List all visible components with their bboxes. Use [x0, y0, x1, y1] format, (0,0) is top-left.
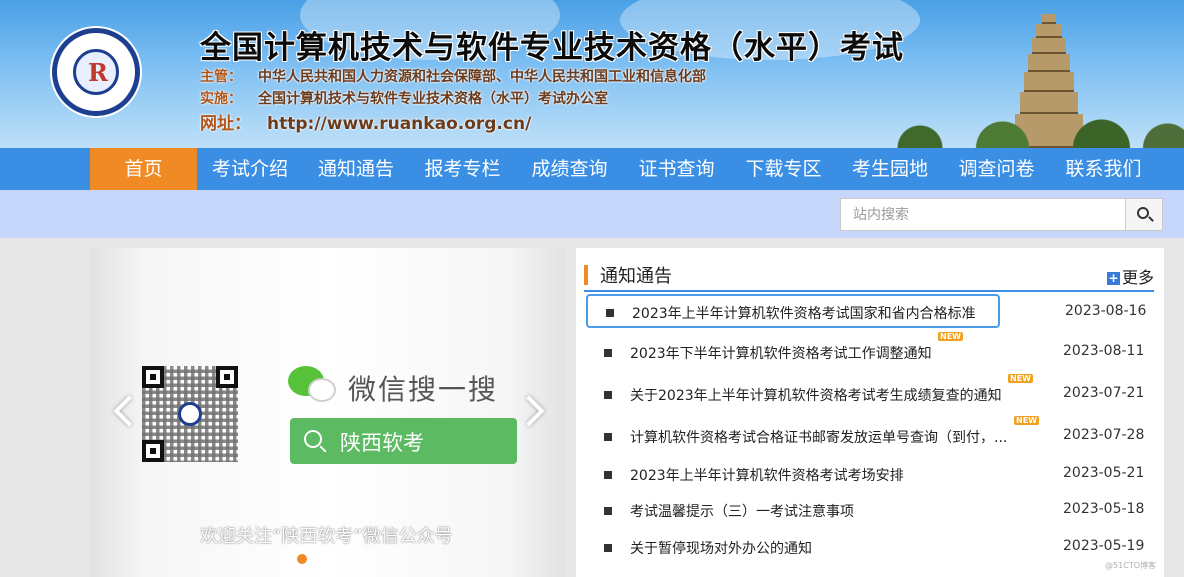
website-label: 网址： [200, 114, 251, 134]
nav-item-home[interactable]: 首页 [90, 148, 197, 190]
main-nav: 首页 考试介绍 通知通告 报考专栏 成绩查询 证书查询 下载专区 考生园地 调查… [0, 148, 1184, 190]
bullet-icon [604, 507, 612, 515]
slider-next-arrow-icon[interactable] [513, 395, 545, 427]
wechat-search-box[interactable]: 陕西软考 [290, 418, 517, 464]
notice-row[interactable]: 2023年下半年计算机软件资格考试工作调整通知 NEW 2023-08-11 [586, 332, 1146, 370]
new-badge: NEW [938, 332, 963, 341]
wechat-search-term: 陕西软考 [340, 431, 424, 455]
notice-date: 2023-08-11 [1063, 343, 1145, 359]
notice-row[interactable]: 2023年上半年计算机软件资格考试考场安排 2023-05-21 [586, 458, 1146, 492]
wechat-icon [288, 366, 340, 406]
notices-panel: 通知通告 + 更多 2023年上半年计算机软件资格考试国家和省内合格标准 2023… [576, 248, 1164, 577]
website-url: http://www.ruankao.org.cn/ [267, 114, 532, 134]
bullet-icon [604, 471, 612, 479]
tree-line-decoration [854, 108, 1184, 148]
new-badge: NEW [1014, 416, 1039, 425]
nav-item-notices[interactable]: 通知通告 [303, 148, 409, 190]
notice-date: 2023-07-28 [1063, 427, 1145, 443]
notice-title[interactable]: 2023年下半年计算机软件资格考试工作调整通知 [630, 343, 932, 363]
organizer-label: 实施： [200, 91, 242, 107]
notice-title[interactable]: 关于2023年上半年计算机软件资格考试考生成绩复查的通知 [630, 385, 1002, 405]
notice-row[interactable]: 2023年上半年计算机软件资格考试国家和省内合格标准 2023-08-16 [586, 294, 1146, 328]
nav-item-registration[interactable]: 报考专栏 [409, 148, 516, 190]
notice-date: 2023-07-21 [1063, 385, 1145, 401]
qr-center-logo-icon [178, 402, 202, 426]
site-search-input[interactable] [840, 198, 1125, 231]
nav-item-downloads[interactable]: 下载专区 [730, 148, 837, 190]
nav-item-survey[interactable]: 调查问卷 [943, 148, 1050, 190]
nav-item-certificates[interactable]: 证书查询 [623, 148, 730, 190]
website-line: 网址： http://www.ruankao.org.cn/ [200, 109, 531, 134]
notice-date: 2023-05-21 [1063, 465, 1145, 481]
site-header-banner: 全国计算机技术与软件专业技术资格（水平）考试 主管： 中华人民共和国人力资源和社会… [0, 0, 1184, 148]
notice-title[interactable]: 计算机软件资格考试合格证书邮寄发放运单号查询（到付，... [630, 427, 1007, 447]
bullet-icon [604, 391, 612, 399]
nav-item-candidate-area[interactable]: 考生园地 [837, 148, 943, 190]
wechat-search-slogan: 微信搜一搜 [348, 373, 499, 406]
search-bar [0, 190, 1184, 238]
slide-caption: 欢迎关注“陕西软考”微信公众号 [200, 526, 453, 547]
sponsor-label: 主管： [200, 69, 242, 85]
notice-title[interactable]: 2023年上半年计算机软件资格考试国家和省内合格标准 [632, 303, 976, 323]
sponsor-text: 中华人民共和国人力资源和社会保障部、中华人民共和国工业和信息化部 [258, 69, 706, 85]
nav-item-contact[interactable]: 联系我们 [1050, 148, 1157, 190]
notice-date: 2023-08-16 [1065, 303, 1147, 319]
slider-prev-arrow-icon[interactable] [113, 395, 145, 427]
sponsor-line: 主管： 中华人民共和国人力资源和社会保障部、中华人民共和国工业和信息化部 [200, 66, 706, 86]
watermark: @51CTO博客 [1105, 561, 1156, 570]
exam-seal-logo-icon[interactable] [52, 28, 140, 116]
more-link[interactable]: + 更多 [1106, 264, 1154, 288]
notice-row[interactable]: 考试温馨提示（三）一考试注意事项 2023-05-18 [586, 494, 1146, 528]
notice-date: 2023-05-18 [1063, 501, 1145, 517]
new-badge: NEW [1008, 374, 1033, 383]
notices-title: 通知通告 [600, 266, 672, 287]
notice-date: 2023-05-19 [1063, 538, 1145, 554]
notice-row[interactable]: 关于2023年上半年计算机软件资格考试考生成绩复查的通知 NEW 2023-07… [586, 374, 1146, 412]
nav-item-scores[interactable]: 成绩查询 [516, 148, 623, 190]
wechat-qr-code [142, 366, 238, 462]
notice-row[interactable]: 计算机软件资格考试合格证书邮寄发放运单号查询（到付，... NEW 2023-0… [586, 416, 1146, 454]
notice-row[interactable]: 关于暂停现场对外办公的通知 2023-05-19 [586, 531, 1146, 565]
organizer-line: 实施： 全国计算机技术与软件专业技术资格（水平）考试办公室 [200, 88, 608, 108]
notice-title[interactable]: 考试温馨提示（三）一考试注意事项 [630, 501, 854, 521]
promo-slider: 微信搜一搜 陕西软考 欢迎关注“陕西软考”微信公众号 [90, 248, 565, 577]
notice-title[interactable]: 2023年上半年计算机软件资格考试考场安排 [630, 465, 904, 485]
organizer-text: 全国计算机技术与软件专业技术资格（水平）考试办公室 [258, 91, 608, 107]
bullet-icon [604, 544, 612, 552]
plus-icon: + [1106, 271, 1120, 285]
search-button[interactable] [1125, 198, 1163, 231]
bullet-icon [604, 349, 612, 357]
notice-title[interactable]: 关于暂停现场对外办公的通知 [630, 538, 812, 558]
slider-dot-active[interactable] [297, 554, 307, 564]
more-label: 更多 [1121, 268, 1154, 287]
nav-item-exam-intro[interactable]: 考试介绍 [197, 148, 303, 190]
header-accent-bar [584, 265, 588, 285]
notices-header: 通知通告 + 更多 [584, 256, 1154, 292]
bullet-icon [604, 433, 612, 441]
bullet-icon [606, 309, 614, 317]
site-title: 全国计算机技术与软件专业技术资格（水平）考试 [200, 30, 904, 66]
